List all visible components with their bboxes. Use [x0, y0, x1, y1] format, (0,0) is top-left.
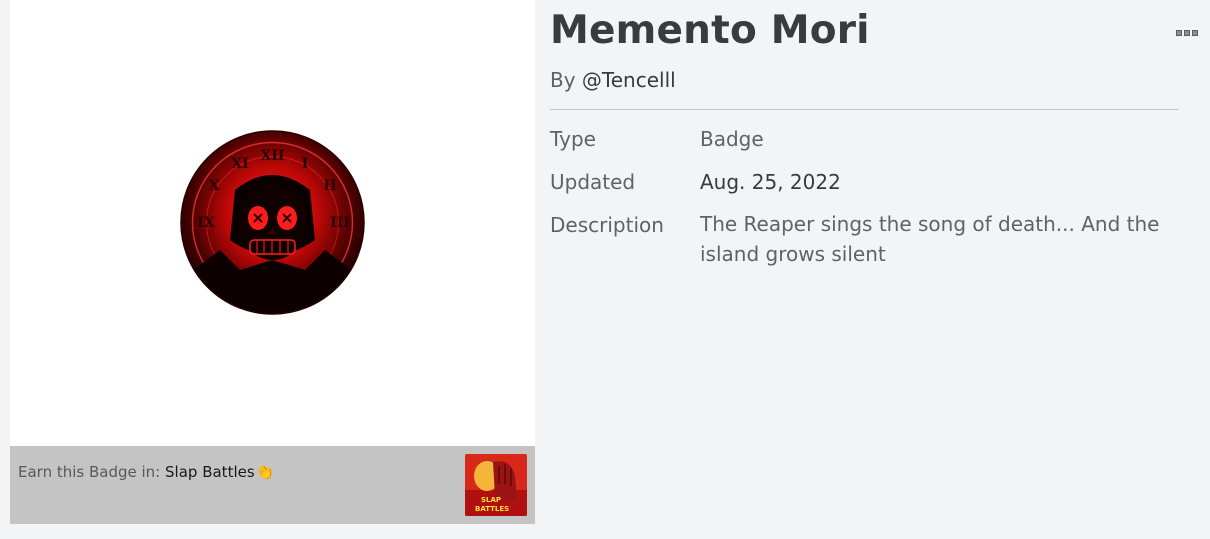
by-label: By [550, 68, 576, 92]
more-options-icon [1192, 30, 1198, 36]
svg-text:II: II [323, 178, 336, 194]
updated-label: Updated [550, 170, 636, 194]
more-options-icon [1176, 30, 1182, 36]
game-name: Slap Battles [165, 463, 255, 481]
more-options-button[interactable] [1176, 28, 1200, 38]
type-label: Type [550, 127, 596, 151]
game-link[interactable]: Slap Battles👏 [165, 463, 274, 481]
svg-text:SLAP: SLAP [481, 496, 501, 504]
creator-link[interactable]: @Tencelll [582, 68, 676, 92]
svg-text:XII: XII [261, 148, 285, 164]
svg-text:IX: IX [197, 215, 215, 231]
description-value: The Reaper sings the song of death... An… [700, 212, 1160, 266]
earn-prefix-label: Earn this Badge in: [18, 463, 161, 481]
badge-icon: XII I II III XI X IX [180, 130, 365, 315]
badge-image-container: XII I II III XI X IX [10, 0, 535, 446]
svg-text:I: I [302, 156, 309, 172]
type-value: Badge [700, 127, 764, 151]
earn-badge-text: Earn this Badge in: Slap Battles👏 [18, 463, 274, 481]
svg-text:XI: XI [231, 156, 248, 172]
game-thumbnail[interactable]: SLAP BATTLES [465, 454, 527, 516]
updated-value: Aug. 25, 2022 [700, 170, 841, 194]
creator-byline: By @Tencelll [550, 68, 676, 92]
more-options-icon [1184, 30, 1190, 36]
svg-text:X: X [209, 178, 220, 194]
clapping-hands-icon: 👏 [255, 463, 275, 481]
badge-title: Memento Mori [550, 8, 870, 53]
earn-badge-bar: Earn this Badge in: Slap Battles👏 SLAP B… [10, 446, 535, 524]
header-divider [550, 109, 1179, 110]
description-label: Description [550, 213, 664, 237]
badge-image-panel: XII I II III XI X IX Earn this Badge in:… [10, 0, 535, 524]
svg-text:III: III [330, 215, 350, 231]
svg-text:BATTLES: BATTLES [475, 505, 509, 513]
